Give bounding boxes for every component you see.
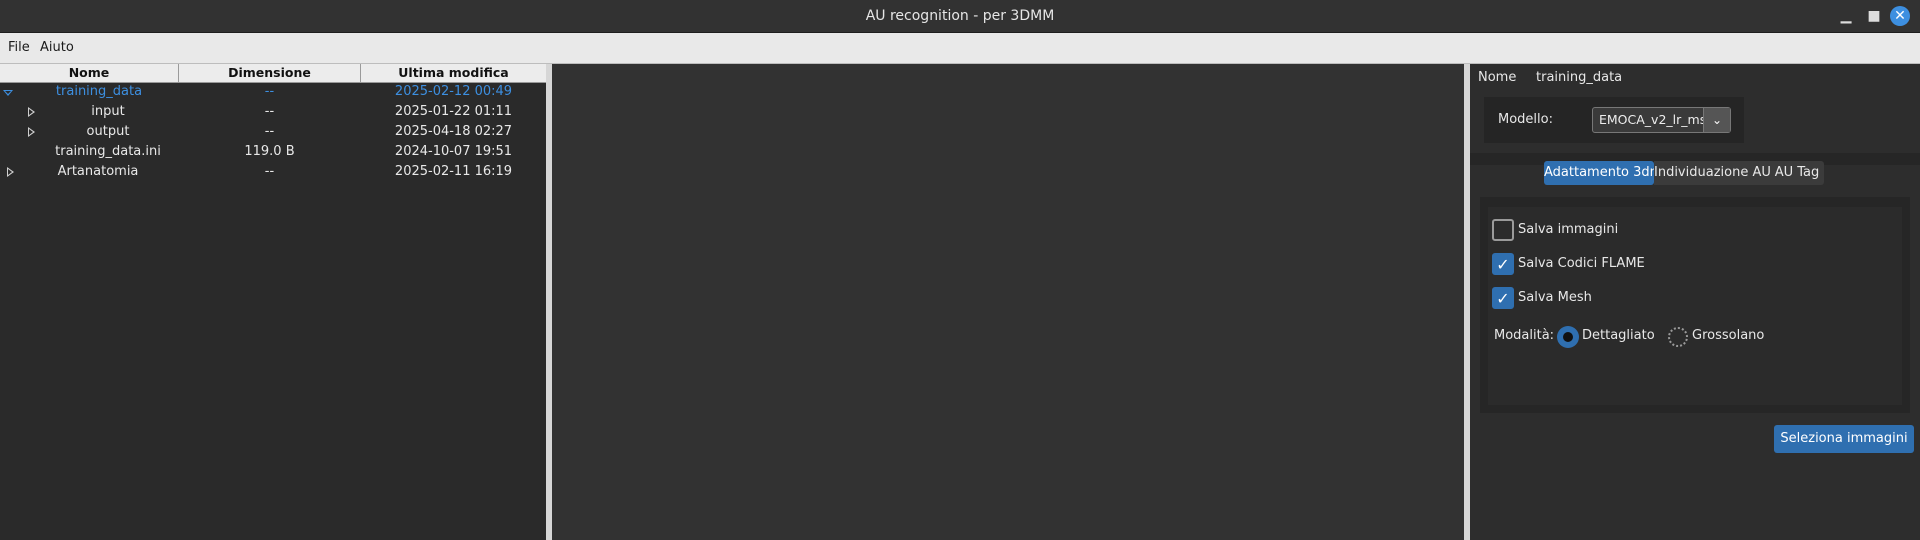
save-flame-checkbox[interactable]: ✓	[1492, 253, 1514, 275]
tree-row-name: Artanatomia	[57, 164, 139, 179]
select-images-button[interactable]: Seleziona immagini	[1774, 425, 1914, 453]
menu-file[interactable]: File	[8, 33, 30, 63]
tree-row-name: input	[91, 104, 125, 119]
options-panel: Salva immagini ✓ Salva Codici FLAME ✓ Sa…	[1488, 207, 1902, 405]
options-group: Salva immagini ✓ Salva Codici FLAME ✓ Sa…	[1480, 197, 1910, 413]
save-flame-label[interactable]: Salva Codici FLAME	[1518, 256, 1645, 271]
tree-row-size: --	[264, 104, 275, 119]
column-header-size[interactable]: Dimensione	[179, 64, 361, 82]
tree-row-size: --	[264, 164, 275, 179]
mode-detailed-label[interactable]: Dettagliato	[1582, 328, 1655, 343]
tree-row-modified: 2024-10-07 19:51	[394, 144, 513, 159]
tree-row[interactable]: training_data.ini 119.0 B 2024-10-07 19:…	[0, 142, 546, 162]
window-title: AU recognition - per 3DMM	[865, 8, 1055, 24]
tree-row-name: output	[86, 124, 130, 139]
tab-au-detection[interactable]: Individuazione AU	[1654, 161, 1771, 185]
column-header-modified[interactable]: Ultima modifica	[361, 64, 546, 82]
column-header-name[interactable]: Nome	[0, 64, 179, 82]
details-panel: Nome training_data Modello: EMOCA_v2_lr_…	[1470, 64, 1920, 540]
tree-row-name: training_data	[55, 84, 143, 99]
tab-fitting-3dmm[interactable]: Adattamento 3dmm	[1544, 161, 1675, 185]
tree-row-modified: 2025-02-11 16:19	[394, 164, 513, 179]
maximize-button[interactable]: ■	[1864, 6, 1884, 26]
tree-row-size: --	[264, 124, 275, 139]
minimize-button[interactable]: ▁	[1836, 6, 1856, 26]
mode-detailed-radio[interactable]	[1558, 327, 1578, 347]
name-value: training_data	[1536, 70, 1623, 85]
expand-arrow-icon[interactable]	[28, 107, 35, 117]
file-tree[interactable]: Nome Dimensione Ultima modifica training…	[0, 64, 546, 540]
title-bar: AU recognition - per 3DMM ▁ ■ ✕	[0, 0, 1920, 33]
tree-row[interactable]: Artanatomia -- 2025-02-11 16:19	[0, 162, 546, 182]
mode-label: Modalità:	[1494, 328, 1555, 343]
collapse-arrow-icon[interactable]	[3, 90, 13, 96]
mode-coarse-label[interactable]: Grossolano	[1692, 328, 1764, 343]
name-label: Nome	[1478, 70, 1517, 85]
close-button[interactable]: ✕	[1890, 6, 1910, 26]
tree-row-size: 119.0 B	[244, 144, 295, 159]
save-mesh-label[interactable]: Salva Mesh	[1518, 290, 1592, 305]
menu-help[interactable]: Aiuto	[40, 33, 74, 63]
tree-header: Nome Dimensione Ultima modifica	[0, 64, 546, 83]
mode-coarse-radio[interactable]	[1668, 327, 1688, 347]
model-label: Modello:	[1498, 112, 1553, 127]
tree-row-modified: 2025-02-12 00:49	[394, 84, 513, 99]
save-mesh-checkbox[interactable]: ✓	[1492, 287, 1514, 309]
tree-row-name: training_data.ini	[55, 144, 161, 159]
save-images-checkbox[interactable]	[1492, 219, 1514, 241]
tree-row-modified: 2025-01-22 01:11	[394, 104, 513, 119]
tab-au-tag[interactable]: AU Tag	[1770, 161, 1824, 185]
menu-bar: File Aiuto	[0, 33, 1920, 64]
tree-row[interactable]: training_data -- 2025-02-12 00:49	[0, 82, 546, 102]
expand-arrow-icon[interactable]	[7, 167, 14, 177]
tree-row[interactable]: input -- 2025-01-22 01:11	[0, 102, 546, 122]
model-select-value: EMOCA_v2_lr_ms	[1599, 112, 1707, 127]
chevron-down-icon[interactable]: ⌄	[1703, 108, 1730, 132]
preview-area	[552, 64, 1464, 540]
model-group: Modello: EMOCA_v2_lr_ms ⌄	[1484, 97, 1744, 143]
tree-row[interactable]: output -- 2025-04-18 02:27	[0, 122, 546, 142]
save-images-label[interactable]: Salva immagini	[1518, 222, 1618, 237]
expand-arrow-icon[interactable]	[28, 127, 35, 137]
tree-row-modified: 2025-04-18 02:27	[394, 124, 513, 139]
tree-row-size: --	[264, 84, 275, 99]
model-select[interactable]: EMOCA_v2_lr_ms ⌄	[1592, 107, 1731, 133]
